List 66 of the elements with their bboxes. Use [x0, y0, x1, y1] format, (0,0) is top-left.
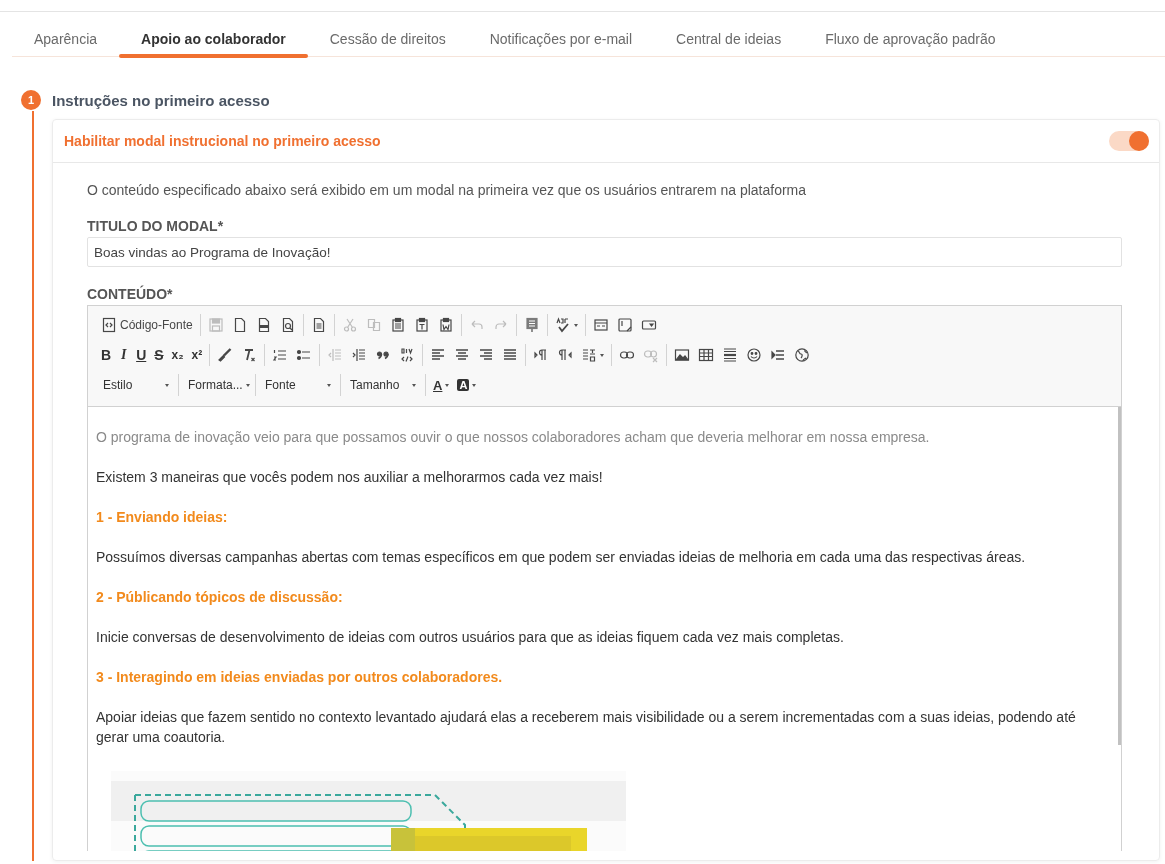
strikethrough-button[interactable]: S [150, 344, 168, 366]
size-dropdown[interactable]: Tamanho [344, 374, 422, 396]
style-dropdown[interactable]: Estilo [97, 374, 175, 396]
caret-icon [412, 383, 416, 387]
caret-icon [165, 383, 169, 387]
align-center-icon[interactable] [454, 347, 471, 363]
align-left-icon[interactable] [430, 347, 447, 363]
italic-button[interactable]: I [115, 344, 133, 366]
brush-icon[interactable] [217, 347, 234, 363]
clipboard-icon[interactable] [389, 317, 406, 333]
format-dropdown[interactable]: Formata... [182, 374, 252, 396]
numbered-list-icon[interactable] [272, 347, 289, 363]
step-number: 1 [21, 90, 41, 110]
superscript-button[interactable]: x² [187, 344, 207, 366]
page-break-icon[interactable] [770, 347, 787, 363]
form-icon[interactable] [592, 317, 609, 333]
paragraph: Inicie conversas de desenvolvimento de ideias com outros usuários para que as ideias fiquem cada vez mais completas. [96, 628, 845, 647]
field-label: TITULO DO MODAL* [87, 218, 225, 234]
justify-icon[interactable] [502, 347, 519, 363]
spellcheck-icon[interactable] [554, 317, 571, 333]
textarea-icon[interactable] [616, 317, 633, 333]
image-icon[interactable] [674, 347, 691, 363]
globe-icon[interactable] [794, 347, 811, 363]
tab[interactable]: Apoio ao colaborador [119, 20, 308, 56]
section-heading: 2 - Públicando tópicos de discussão: [96, 588, 344, 607]
tab[interactable]: Cessão de direitos [307, 20, 468, 56]
language-icon[interactable] [581, 347, 598, 363]
smiley-icon[interactable] [746, 347, 763, 363]
card-title: Habilitar modal instrucional no primeiro acesso [64, 133, 381, 149]
text-color-button[interactable]: A [429, 374, 454, 396]
description: O conteúdo especificado abaixo será exibido em um modal na primeira vez que os usuários entrarem na plataforma [87, 182, 808, 198]
show-blocks-icon[interactable] [523, 317, 540, 333]
right-to-left-icon[interactable] [557, 347, 574, 363]
section-title: Instruções no primeiro acesso [52, 91, 270, 109]
paragraph: O programa de inovação veio para que possamos ouvir o que nossos colaboradores acham que deveria melhorar em nossa empresa. [96, 428, 931, 447]
clipboard-icon[interactable] [413, 317, 430, 333]
align-right-icon[interactable] [478, 347, 495, 363]
caret-icon [445, 383, 450, 387]
underline-button[interactable]: U [132, 344, 151, 366]
paragraph: Possuímos diversas campanhas abertas com temas específicos em que podem ser enviadas ideias de melhoria em cada uma das respectivas áreas. [96, 548, 1027, 567]
bold-button[interactable]: B [97, 344, 116, 366]
table-icon[interactable] [698, 347, 715, 363]
section-heading: 1 - Enviando ideias: [96, 508, 229, 527]
font-dropdown[interactable]: Fonte [259, 374, 337, 396]
tab[interactable]: Central de ideias [654, 20, 804, 56]
input-field[interactable]: Boas vindas ao Programa de Inovação! [87, 237, 1122, 267]
background-color-button[interactable]: A [453, 374, 481, 396]
paragraph: Apoiar ideias que fazem sentido no contexto levantado ajudará elas a receberem mais visibilidade ou a serem incrementadas com a suas ideias, podendo até gerar uma coautoria. [96, 708, 1077, 747]
caret-icon [327, 383, 331, 387]
tab[interactable]: Aparência [12, 20, 120, 56]
caret-icon [472, 383, 477, 387]
tab[interactable]: Fluxo de aprovação padrão [803, 20, 1018, 56]
indent-icon[interactable] [351, 347, 368, 363]
caret-icon [245, 383, 250, 387]
source-code-button[interactable]: Código-Fonte [97, 314, 197, 336]
clipboard-icon[interactable] [437, 317, 454, 333]
subscript-button[interactable]: x₂ [167, 344, 188, 366]
tab[interactable]: Notificações por e-mail [467, 20, 655, 56]
field-label: CONTEÚDO* [87, 286, 174, 302]
toggle-switch[interactable] [1109, 131, 1149, 151]
source-code-icon [101, 317, 117, 333]
select-icon[interactable] [640, 317, 657, 333]
horizontal-rule-icon[interactable] [722, 347, 739, 363]
section-heading: 3 - Interagindo em ideias enviadas por outros colaboradores. [96, 668, 504, 687]
bullet-list-icon[interactable] [296, 347, 313, 363]
paragraph: Existem 3 maneiras que vocês podem nos auxiliar a melhorarmos cada vez mais! [96, 468, 604, 487]
